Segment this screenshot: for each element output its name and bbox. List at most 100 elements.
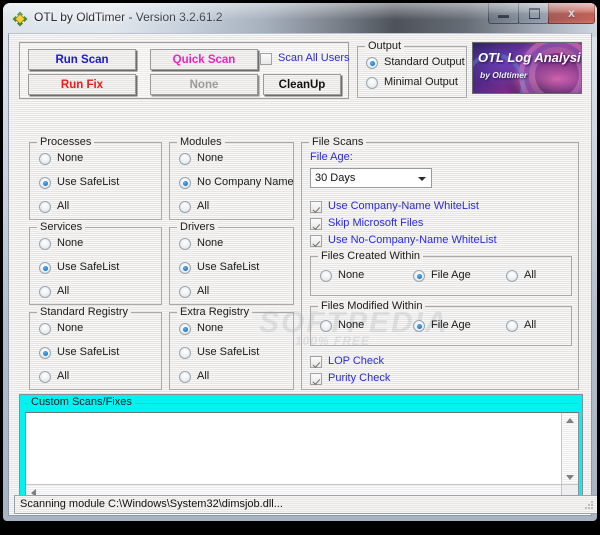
radio-files-created-none[interactable]: None xyxy=(320,269,364,282)
radio-services-all[interactable]: All xyxy=(39,285,70,298)
files-created-within-legend: Files Created Within xyxy=(318,250,424,262)
services-group-legend: Services xyxy=(37,221,86,233)
radio-extra-registry-none[interactable]: None xyxy=(179,322,223,335)
use-company-name-whitelist-checkbox[interactable]: Use Company-Name WhiteList xyxy=(310,200,479,213)
checkbox-box xyxy=(310,356,322,368)
radio-label: All xyxy=(57,285,70,297)
radio-dot xyxy=(39,323,51,335)
files-modified-within-legend: Files Modified Within xyxy=(318,300,426,312)
radio-dot xyxy=(179,286,191,298)
radio-extra-registry-safelist[interactable]: Use SafeList xyxy=(179,346,260,359)
maximize-button[interactable] xyxy=(518,3,549,24)
processes-group-legend: Processes xyxy=(37,136,95,148)
cleanup-button[interactable]: CleanUp xyxy=(263,74,341,95)
radio-modules-no-company-name[interactable]: No Company Name xyxy=(179,176,294,189)
scroll-up-icon[interactable] xyxy=(566,418,574,423)
checkbox-box xyxy=(310,201,322,213)
quick-scan-button[interactable]: Quick Scan xyxy=(150,49,258,70)
file-age-select[interactable]: 30 Days xyxy=(310,168,432,188)
radio-label: None xyxy=(338,319,365,331)
radio-label: Use SafeList xyxy=(197,261,260,273)
radio-standard-output[interactable]: Standard Output xyxy=(366,56,465,69)
radio-label: File Age xyxy=(431,319,471,331)
skip-microsoft-files-checkbox[interactable]: Skip Microsoft Files xyxy=(310,217,424,230)
radio-dot xyxy=(413,320,425,332)
radio-label: All xyxy=(57,200,70,212)
checkbox-label: Use Company-Name WhiteList xyxy=(328,200,479,212)
radio-modules-all[interactable]: All xyxy=(179,200,209,213)
radio-files-modified-none[interactable]: None xyxy=(320,319,365,332)
drivers-group-legend: Drivers xyxy=(177,221,218,233)
radio-dot xyxy=(179,323,191,335)
radio-label: All xyxy=(524,269,537,281)
drivers-group: Drivers None Use SafeList All xyxy=(169,221,294,305)
radio-standard-registry-none[interactable]: None xyxy=(39,322,84,335)
radio-standard-registry-all[interactable]: All xyxy=(39,370,69,383)
checkbox-box xyxy=(310,373,322,385)
window-controls: x xyxy=(488,3,595,24)
file-scans-group-legend: File Scans xyxy=(309,136,367,148)
radio-processes-all[interactable]: All xyxy=(39,200,70,213)
radio-dot xyxy=(179,177,191,189)
radio-services-none[interactable]: None xyxy=(39,237,83,250)
files-created-within-group: Files Created Within None File Age All xyxy=(310,250,572,296)
checkbox-box xyxy=(310,218,322,230)
minimize-button[interactable] xyxy=(488,3,519,24)
radio-drivers-none[interactable]: None xyxy=(179,237,223,250)
checkbox-box xyxy=(310,235,322,247)
radio-label: Minimal Output xyxy=(384,76,458,88)
title-bar[interactable]: OTL by OldTimer - Version 3.2.61.2 x xyxy=(3,3,597,33)
radio-drivers-all[interactable]: All xyxy=(179,285,210,298)
radio-label: No Company Name xyxy=(197,176,294,188)
scroll-down-icon[interactable] xyxy=(566,475,574,480)
radio-dot xyxy=(506,320,518,332)
logo-subtitle: by Oldtimer xyxy=(480,70,528,80)
radio-dot xyxy=(506,270,518,282)
radio-standard-registry-safelist[interactable]: Use SafeList xyxy=(39,346,119,359)
none-button: None xyxy=(150,74,258,95)
extra-registry-group: Extra Registry None Use SafeList All xyxy=(169,306,294,390)
resize-grip-icon[interactable] xyxy=(584,500,594,510)
radio-label: Standard Output xyxy=(384,56,465,68)
radio-label: All xyxy=(197,285,210,297)
radio-label: Use SafeList xyxy=(57,261,120,273)
radio-minimal-output[interactable]: Minimal Output xyxy=(366,76,458,89)
radio-dot xyxy=(179,347,191,359)
radio-processes-safelist[interactable]: Use SafeList xyxy=(39,176,119,189)
radio-dot xyxy=(39,371,51,383)
radio-drivers-safelist[interactable]: Use SafeList xyxy=(179,261,260,274)
radio-label: None xyxy=(57,322,84,334)
radio-dot xyxy=(39,286,51,298)
close-icon: x xyxy=(568,6,575,20)
window-title: OTL by OldTimer - Version 3.2.61.2 xyxy=(34,10,223,24)
run-scan-button[interactable]: Run Scan xyxy=(28,49,136,70)
radio-dot xyxy=(39,262,51,274)
radio-label: Use SafeList xyxy=(197,346,260,358)
radio-services-safelist[interactable]: Use SafeList xyxy=(39,261,120,274)
checkbox-label: Skip Microsoft Files xyxy=(328,217,424,229)
custom-scans-vertical-scrollbar[interactable] xyxy=(561,413,578,485)
radio-files-modified-file-age[interactable]: File Age xyxy=(413,319,471,332)
file-age-value: 30 Days xyxy=(315,172,356,184)
extra-registry-group-legend: Extra Registry xyxy=(177,306,253,318)
custom-scans-input[interactable] xyxy=(25,412,579,502)
use-no-company-name-whitelist-checkbox[interactable]: Use No-Company-Name WhiteList xyxy=(310,234,497,247)
close-button[interactable]: x xyxy=(548,3,595,24)
radio-dot xyxy=(366,57,378,69)
radio-dot xyxy=(39,177,51,189)
client-area: SOFTPEDIA 100% FREE Run Scan Quick Scan … xyxy=(8,33,597,516)
radio-extra-registry-all[interactable]: All xyxy=(179,370,209,383)
purity-check-checkbox[interactable]: Purity Check xyxy=(310,372,390,385)
chevron-down-icon xyxy=(418,177,426,181)
radio-files-modified-all[interactable]: All xyxy=(506,319,536,332)
status-text: Scanning module C:\Windows\System32\dims… xyxy=(20,498,283,510)
lop-check-checkbox[interactable]: LOP Check xyxy=(310,355,384,368)
run-fix-button[interactable]: Run Fix xyxy=(28,74,136,95)
scan-all-users-checkbox[interactable]: Scan All Users xyxy=(260,52,350,65)
radio-dot xyxy=(179,262,191,274)
radio-modules-none[interactable]: None xyxy=(179,152,223,165)
radio-processes-none[interactable]: None xyxy=(39,152,83,165)
otl-diamond-icon xyxy=(12,11,28,27)
radio-files-created-all[interactable]: All xyxy=(506,269,537,282)
radio-files-created-file-age[interactable]: File Age xyxy=(413,269,471,282)
